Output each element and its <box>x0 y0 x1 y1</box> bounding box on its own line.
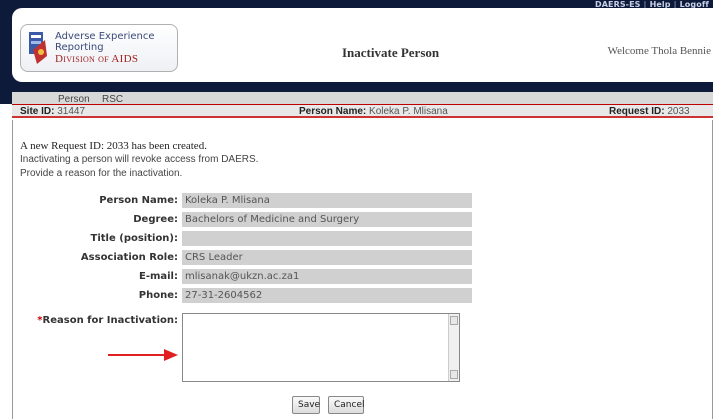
cancel-button[interactable]: Cancel <box>328 396 365 414</box>
degree-field: Bachelors of Medicine and Surgery <box>182 212 472 227</box>
site-id: Site ID: 31447 <box>20 106 86 117</box>
reason-textarea[interactable] <box>182 313 460 382</box>
daids-logo[interactable]: Adverse Experience Reporting Division of… <box>20 24 178 72</box>
page-title: Inactivate Person <box>342 45 440 60</box>
request-id: Request ID: 2033 <box>609 106 690 117</box>
annotation-arrow-icon <box>108 349 178 361</box>
scroll-down-icon[interactable] <box>450 370 458 379</box>
email-label: E-mail: <box>138 271 178 282</box>
revoke-warning: Inactivating a person will revoke access… <box>20 154 259 165</box>
app-header: DAERS-ES | Help | Logoff Adverse Experience … <box>0 0 713 92</box>
person-name-label: Person Name: <box>99 195 178 206</box>
association-role-label: Association Role: <box>80 252 178 263</box>
request-created-message: A new Request ID: 2033 has been created. <box>20 140 207 152</box>
info-bar: Site ID: 31447 Person Name: Koleka P. Ml… <box>12 104 713 118</box>
daids-logo-icon <box>29 32 47 64</box>
reason-prompt: Provide a reason for the inactivation. <box>20 168 183 179</box>
person-name-field: Koleka P. Mlisana <box>182 193 472 208</box>
association-role-field: CRS Leader <box>182 250 472 265</box>
title-field <box>182 231 472 246</box>
logo-title: Adverse Experience Reporting <box>55 31 155 53</box>
phone-label: Phone: <box>138 290 178 301</box>
reason-label: *Reason for Inactivation: <box>37 315 178 326</box>
email-field: mlisanak@ukzn.ac.za1 <box>182 269 472 284</box>
phone-field: 27-31-2604562 <box>182 288 472 303</box>
tab-bar: Person RSC <box>0 92 713 105</box>
header-panel: Adverse Experience Reporting Division of… <box>12 8 713 82</box>
textarea-scrollbar[interactable] <box>448 314 459 381</box>
person-name-info: Person Name: Koleka P. Mlisana <box>299 106 448 117</box>
welcome-text: Welcome Thola Bennie <box>607 45 711 57</box>
logo-division: Division of AIDS <box>55 53 139 65</box>
scroll-up-icon[interactable] <box>450 316 458 325</box>
save-button[interactable]: Save <box>292 396 320 414</box>
degree-label: Degree: <box>133 214 178 225</box>
title-label: Title (position): <box>90 233 178 244</box>
